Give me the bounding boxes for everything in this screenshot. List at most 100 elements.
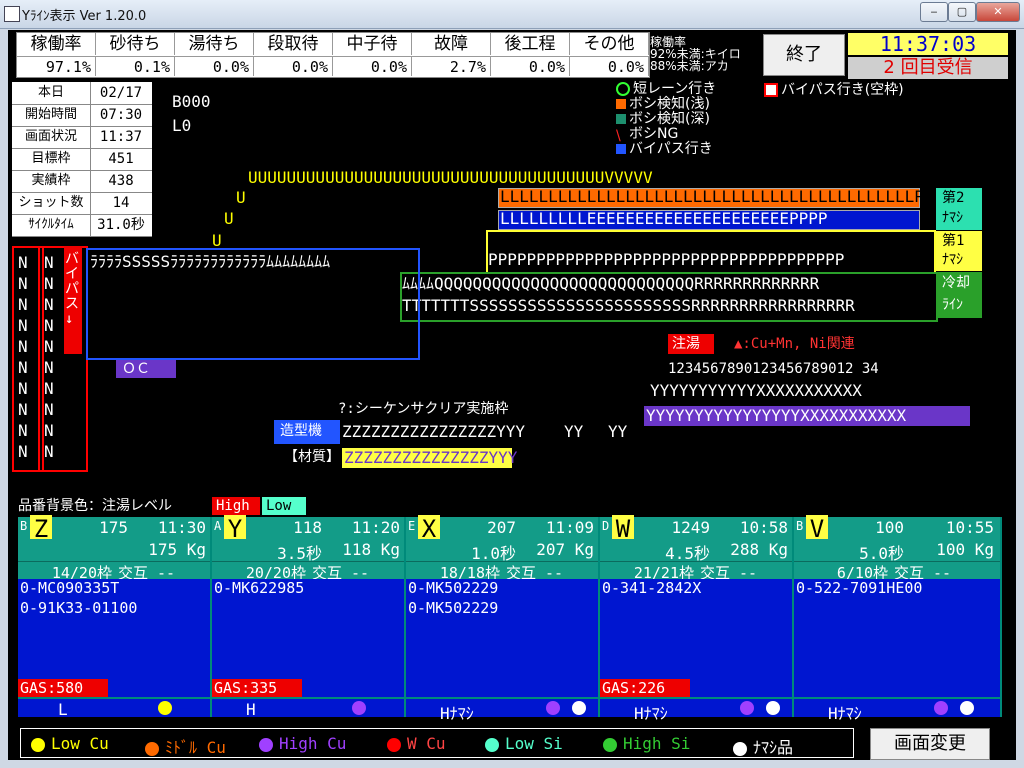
product-card[interactable]: A Y 118 11:20 3.5秒 118 Kg 20/20枠 交互 -- 0-MK62…: [212, 515, 404, 719]
card-footer: Hﾅﾏｼ: [406, 699, 598, 723]
bypass-empty-legend: バイパス行き(空枠): [764, 83, 904, 98]
u-step: U: [236, 188, 246, 207]
status-value: 0.1%: [96, 56, 175, 76]
nama2-label: 第2: [942, 190, 965, 206]
info-row: 実績枠 438: [12, 170, 152, 193]
dot-icon: [740, 701, 754, 715]
status-header: 湯待ち: [175, 33, 254, 55]
info-row: 開始時間 07:30: [12, 104, 152, 127]
card-subheader: 4.5秒 288 Kg: [600, 539, 792, 563]
info-key: ｻｲｸﾙﾀｲﾑ: [12, 214, 91, 236]
legend-entry: ﾐﾄﾞﾙ Cu: [145, 734, 226, 758]
info-row: ショット数 14: [12, 192, 152, 215]
line-b-label: B000: [172, 92, 211, 111]
row-u: UUUUUUUUUUUUUUUUUUUUUUUUUUUUUUUUUUUUUVVV…: [248, 168, 653, 187]
card-frames: 18/18枠 交互 --: [406, 561, 598, 582]
dot-icon: [31, 737, 45, 752]
row-t: TTTTTTTSSSSSSSSSSSSSSSSSSSSSSSRRRRRRRRRR…: [402, 296, 855, 315]
row-yy-1: YY: [564, 422, 584, 441]
end-button[interactable]: 終了: [763, 34, 845, 76]
info-key: 画面状況: [12, 126, 91, 148]
dot-icon: [145, 741, 159, 756]
status-value: 97.1%: [17, 56, 96, 76]
card-body: 0-MK622985 GAS:335: [212, 579, 404, 697]
minimize-button[interactable]: ‒: [920, 2, 948, 22]
dot-icon: [546, 701, 560, 715]
molder-label: 造型機: [280, 423, 322, 439]
dot-icon: [485, 737, 499, 752]
gas-text: GAS:335: [214, 679, 278, 697]
row-l2: LLLLLLLLLEEEEEEEEEEEEEEEEEEEEEPPPP: [500, 209, 828, 228]
product-card[interactable]: D W 1249 10:58 4.5秒 288 Kg 21/21枠 交互 -- 0-341…: [600, 515, 792, 723]
status-value: 0.0%: [570, 56, 649, 76]
dot-icon: [259, 737, 273, 752]
card-frames: 6/10枠 交互 --: [794, 561, 1000, 582]
material-label: 【材質】: [284, 449, 340, 465]
cu-legend: Low Cu ﾐﾄﾞﾙ Cu High Cu W Cu Low Si High …: [20, 728, 854, 758]
row-y-top: YYYYYYYYYYYXXXXXXXXXXX: [650, 381, 862, 400]
close-button[interactable]: ✕: [976, 2, 1020, 22]
status-value: 0.0%: [254, 56, 333, 76]
row-l1: LLLLLLLLLLLLLLLLLLLLLLLLLLLLLLLLLLLLLLLL…: [500, 187, 934, 206]
low-label: Low: [266, 498, 292, 514]
row-z: ZZZZZZZZZZZZZZZZYYY: [342, 422, 526, 441]
nama1-label-b: ﾅﾏｼ: [942, 252, 963, 268]
row-y-purple: YYYYYYYYYYYYYYYYXXXXXXXXXXX: [646, 406, 907, 425]
row-z2: ZZZZZZZZZZZZZZZYYY: [344, 448, 518, 467]
pour-label: 注湯: [672, 336, 700, 352]
rate-legend: 稼働率 92%未満:キイロ 88%未満:アカ: [650, 36, 741, 72]
status-value: 0.0%: [333, 56, 412, 76]
card-frames: 20/20枠 交互 --: [212, 561, 404, 582]
card-header: E X 207 11:09: [406, 515, 598, 543]
info-key: 目標枠: [12, 148, 91, 170]
product-card[interactable]: B Z 175 11:30 175 Kg 14/20枠 交互 -- 0-MC090335…: [18, 515, 210, 719]
title-bar: Yﾗｲﾝ表示 Ver 1.20.0 ‒ ▢ ✕: [0, 0, 1024, 29]
legend-entry: ﾅﾏｼ品: [733, 734, 793, 758]
legend-item: バイパス行き: [616, 142, 716, 157]
product-card[interactable]: B V 100 10:55 5.0秒 100 Kg 6/10枠 交互 -- 0-522-7…: [794, 515, 1000, 723]
product-bg-label: 品番背景色：注湯レベル: [18, 498, 172, 514]
info-row: 画面状況 11:37: [12, 126, 152, 149]
dot-icon: [934, 701, 948, 715]
legend-item: 短レーン行き: [616, 82, 716, 97]
card-item: 0-MK502229: [408, 599, 499, 617]
card-subheader: 175 Kg: [18, 539, 210, 561]
card-item: 0-91K33-01100: [20, 599, 138, 617]
card-item: 0-341-2842X: [602, 579, 702, 597]
n-list-1: N N N N N N N N N N: [18, 253, 28, 461]
seq-row: 1234567890123456789012 34: [668, 361, 879, 377]
info-key: ショット数: [12, 192, 91, 214]
window-title: Yﾗｲﾝ表示 Ver 1.20.0: [22, 9, 147, 24]
product-panel: B Z 175 11:30 175 Kg 14/20枠 交互 -- 0-MC090335…: [18, 515, 1002, 723]
card-header: B Z 175 11:30: [18, 515, 210, 543]
legend-entry: Low Si: [485, 734, 563, 753]
info-row: 本日 02/17: [12, 82, 152, 105]
dot-icon: [387, 737, 401, 752]
nama2-label-b: ﾅﾏｼ: [942, 210, 963, 226]
cool-label: 冷却: [942, 275, 970, 291]
square-icon: [616, 114, 626, 124]
legend-entry: Low Cu: [31, 734, 109, 753]
row-ra: ﾗﾗﾗﾗSSSSSﾗﾗﾗﾗﾗﾗﾗﾗﾗﾗﾗﾗﾑﾑﾑﾑﾑﾑﾑﾑ: [90, 252, 331, 271]
high-label: High: [216, 498, 250, 514]
row-p: PPPPPPPPPPPPPPPPPPPPPPPPPPPPPPPPPPPPP: [488, 250, 845, 269]
maximize-button[interactable]: ▢: [948, 2, 976, 22]
card-subheader: 5.0秒 100 Kg: [794, 539, 1000, 563]
square-icon: [616, 144, 626, 154]
info-value: 14: [112, 195, 130, 211]
status-header: 後工程: [491, 33, 570, 55]
receive-count: 2 回目受信: [848, 57, 1008, 79]
info-row: ｻｲｸﾙﾀｲﾑ 31.0秒: [12, 214, 152, 237]
info-value: 07:30: [99, 107, 143, 123]
dot-icon: [352, 701, 366, 715]
n-list-2: N N N N N N N N N N: [44, 253, 54, 461]
product-card[interactable]: E X 207 11:09 1.0秒 207 Kg 18/18枠 交互 -- 0-MK50…: [406, 515, 598, 723]
status-header: 故障: [412, 33, 491, 55]
card-body: 0-522-7091HE00: [794, 579, 1000, 697]
u-step: U: [212, 231, 222, 250]
change-screen-button[interactable]: 画面変更: [870, 728, 990, 760]
app-window: Yﾗｲﾝ表示 Ver 1.20.0 ‒ ▢ ✕ 稼働率 砂待ち 湯待ち 段取待 …: [0, 0, 1024, 768]
nama1-label: 第1: [942, 233, 965, 249]
gas-text: GAS:226: [602, 679, 666, 697]
dot-icon: [603, 737, 617, 752]
